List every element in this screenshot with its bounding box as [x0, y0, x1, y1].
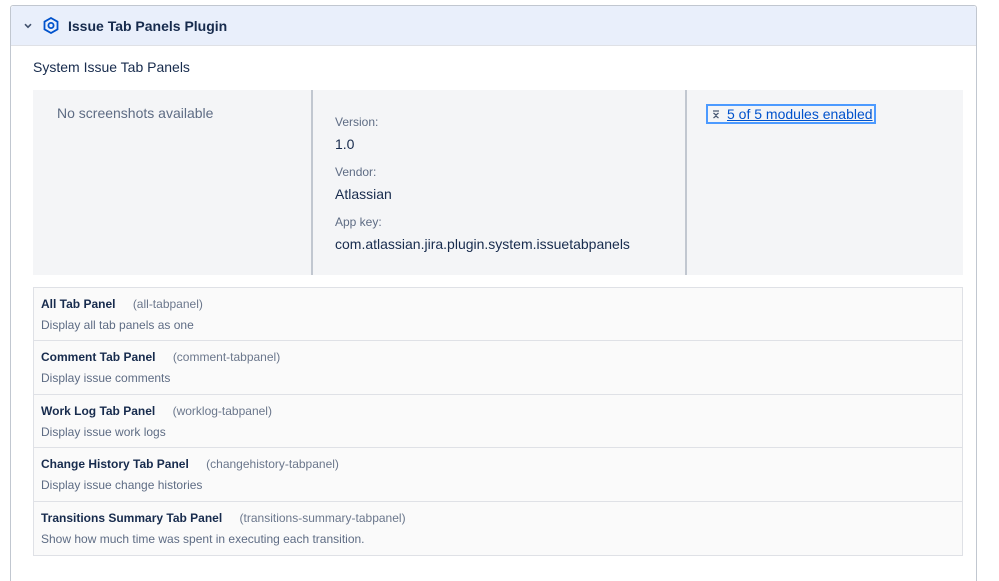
module-item: Work Log Tab Panel (worklog-tabpanel) Di… — [34, 395, 962, 449]
chevron-down-icon[interactable] — [22, 20, 34, 32]
module-key: (transitions-summary-tabpanel) — [239, 510, 406, 525]
module-description: Display issue change histories — [41, 478, 203, 493]
vendor-label: Vendor: — [335, 165, 377, 179]
plugin-description: System Issue Tab Panels — [33, 59, 190, 75]
app-key-label: App key: — [335, 215, 382, 229]
plugin-header[interactable]: Issue Tab Panels Plugin — [11, 6, 976, 46]
module-item: All Tab Panel (all-tabpanel) Display all… — [34, 288, 962, 342]
module-key: (changehistory-tabpanel) — [206, 457, 339, 472]
vendor-value: Atlassian — [335, 186, 392, 202]
plugin-icon — [42, 17, 60, 35]
module-name: Transitions Summary Tab Panel — [41, 510, 223, 525]
module-description: Show how much time was spent in executin… — [41, 531, 365, 546]
plugin-title[interactable]: Issue Tab Panels Plugin — [68, 18, 227, 34]
module-description: Display all tab panels as one — [41, 318, 194, 332]
module-item: Change History Tab Panel (changehistory-… — [34, 448, 962, 502]
modules-list: All Tab Panel (all-tabpanel) Display all… — [33, 287, 963, 556]
module-key: (worklog-tabpanel) — [172, 403, 272, 418]
module-key: (comment-tabpanel) — [172, 350, 281, 365]
collapse-arrows-icon — [709, 107, 723, 121]
module-item: Transitions Summary Tab Panel (transitio… — [34, 502, 962, 555]
module-item: Comment Tab Panel (comment-tabpanel) Dis… — [34, 341, 962, 395]
module-name: Change History Tab Panel — [41, 457, 189, 472]
plugin-details: No screenshots available Version: 1.0 Ve… — [33, 90, 963, 275]
version-label: Version: — [335, 115, 379, 129]
plugin-panel: Issue Tab Panels Plugin System Issue Tab… — [10, 5, 977, 581]
module-name: All Tab Panel — [41, 297, 116, 311]
module-name: Comment Tab Panel — [41, 350, 156, 365]
modules-enabled-link[interactable]: 5 of 5 modules enabled — [706, 104, 876, 124]
module-name: Work Log Tab Panel — [41, 403, 156, 418]
module-description: Display issue comments — [41, 371, 171, 386]
module-description: Display issue work logs — [41, 424, 166, 439]
app-key-value: com.atlassian.jira.plugin.system.issueta… — [335, 236, 630, 252]
modules-enabled-text[interactable]: 5 of 5 modules enabled — [727, 106, 873, 122]
modules-toggle-section: 5 of 5 modules enabled — [687, 90, 963, 275]
module-key: (all-tabpanel) — [132, 297, 203, 311]
version-value: 1.0 — [335, 136, 355, 152]
screenshots-section: No screenshots available — [33, 90, 313, 275]
plugin-metadata: Version: 1.0 Vendor: Atlassian App key: … — [313, 90, 687, 275]
no-screenshots-text: No screenshots available — [57, 105, 214, 121]
